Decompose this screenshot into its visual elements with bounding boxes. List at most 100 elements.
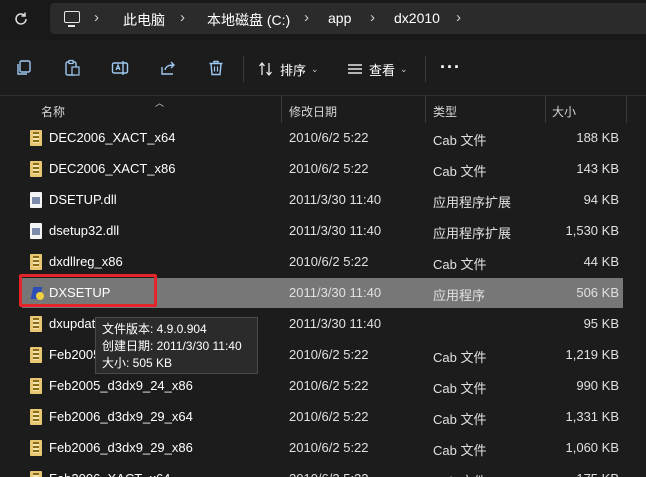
file-size: 506 KB: [576, 285, 619, 300]
file-name: Feb2006_d3dx9_29_x64: [49, 409, 193, 424]
file-size: 1,331 KB: [565, 409, 620, 424]
cab-file-icon: [30, 130, 42, 146]
file-name: Feb2006_XACT_x64: [49, 471, 170, 477]
file-row[interactable]: Feb2006_d3dx9_29_x86 2010/6/2 5:22 Cab 文件 1…: [22, 433, 623, 463]
file-row[interactable]: dsetup32.dll 2011/3/30 11:40 应用程序扩展 1,530 K…: [22, 216, 623, 246]
file-row[interactable]: dxdllreg_x86 2010/6/2 5:22 Cab 文件 44 KB: [22, 247, 623, 277]
file-size: 175 KB: [576, 471, 619, 477]
chevron-down-icon: ⌄: [311, 63, 319, 74]
scrollbar[interactable]: [640, 96, 646, 477]
file-date: 2010/6/2 5:22: [289, 130, 369, 145]
column-divider[interactable]: [545, 96, 546, 123]
file-row[interactable]: DEC2006_XACT_x64 2010/6/2 5:22 Cab 文件 188 K…: [22, 123, 623, 153]
sort-button[interactable]: 排序 ⌄: [258, 59, 319, 79]
chevron-right-icon[interactable]: ›: [94, 9, 99, 26]
breadcrumb-item[interactable]: app: [328, 10, 351, 26]
file-size: 44 KB: [583, 254, 619, 269]
monitor-icon: [64, 11, 80, 27]
file-date: 2010/6/2 5:22: [289, 347, 369, 362]
file-type: Cab 文件: [433, 350, 487, 365]
cab-file-icon: [30, 378, 42, 394]
column-header: ︿ 名称 修改日期 类型 大小: [0, 96, 646, 123]
file-type: Cab 文件: [433, 257, 487, 272]
sort-up-icon: ︿: [155, 98, 165, 108]
column-type[interactable]: 类型: [433, 103, 457, 120]
file-row[interactable]: Feb2006_XACT_x64 2010/6/2 5:22 Cab 文件 175 K…: [22, 464, 623, 477]
file-tooltip: 文件版本: 4.9.0.904 创建日期: 2011/3/30 11:40 大小…: [95, 317, 258, 374]
file-date: 2010/6/2 5:22: [289, 409, 369, 424]
file-date: 2010/6/2 5:22: [289, 161, 369, 176]
address-bar: › 此电脑 › 本地磁盘 (C:) › app › dx2010 ›: [0, 0, 646, 40]
sort-label: 排序: [280, 62, 307, 78]
file-name: dxupdat: [49, 316, 96, 331]
file-size: 95 KB: [583, 316, 619, 331]
file-row[interactable]: DSETUP.dll 2011/3/30 11:40 应用程序扩展 94 KB: [22, 185, 623, 215]
view-label: 查看: [369, 62, 396, 78]
file-size: 1,530 KB: [565, 223, 620, 238]
cab-file-icon: [30, 347, 42, 363]
file-date: 2011/3/30 11:40: [289, 316, 382, 331]
breadcrumb[interactable]: › 此电脑 › 本地磁盘 (C:) › app › dx2010 ›: [50, 3, 646, 34]
more-options-button[interactable]: ···: [440, 57, 460, 77]
chevron-down-icon: ⌄: [400, 63, 408, 74]
tooltip-size: 大小: 505 KB: [102, 356, 173, 370]
column-date[interactable]: 修改日期: [289, 103, 337, 120]
file-date: 2011/3/30 11:40: [289, 223, 382, 238]
file-date: 2010/6/2 5:22: [289, 378, 369, 393]
file-type: 应用程序: [433, 288, 486, 303]
file-type: 应用程序扩展: [433, 226, 512, 241]
highlight-box: [19, 274, 157, 307]
file-row[interactable]: Feb2005_d3dx9_24_x86 2010/6/2 5:22 Cab 文件 9…: [22, 371, 623, 401]
column-divider[interactable]: [425, 96, 426, 123]
file-date: 2010/6/2 5:22: [289, 440, 369, 455]
file-size: 143 KB: [576, 161, 619, 176]
breadcrumb-item[interactable]: dx2010: [394, 10, 440, 26]
file-name: dxdllreg_x86: [49, 254, 123, 269]
dll-file-icon: [30, 192, 42, 208]
file-row[interactable]: DEC2006_XACT_x86 2010/6/2 5:22 Cab 文件 143 K…: [22, 154, 623, 184]
file-name: DSETUP.dll: [49, 192, 117, 207]
file-size: 1,060 KB: [565, 440, 620, 455]
tooltip-version: 文件版本: 4.9.0.904: [102, 322, 207, 336]
file-type: Cab 文件: [433, 443, 487, 458]
file-size: 990 KB: [576, 378, 619, 393]
delete-icon[interactable]: [206, 58, 226, 78]
file-size: 1,219 KB: [565, 347, 620, 362]
copy-icon[interactable]: [14, 58, 34, 78]
command-bar: 排序 ⌄ 查看 ⌄ ···: [0, 40, 646, 96]
rename-icon[interactable]: [110, 58, 130, 78]
file-type: Cab 文件: [433, 412, 487, 427]
file-name: DEC2006_XACT_x64: [49, 130, 176, 145]
share-icon[interactable]: [158, 58, 178, 78]
view-button[interactable]: 查看 ⌄: [347, 59, 408, 79]
cab-file-icon: [30, 471, 42, 477]
file-name: dsetup32.dll: [49, 223, 120, 238]
toolbar-divider: [425, 56, 426, 82]
cab-file-icon: [30, 316, 42, 332]
file-name: Feb2005: [49, 347, 101, 362]
column-divider[interactable]: [626, 96, 627, 123]
file-type: 应用程序扩展: [433, 195, 512, 210]
refresh-icon[interactable]: [6, 6, 36, 32]
file-date: 2010/6/2 5:22: [289, 254, 369, 269]
column-size[interactable]: 大小: [552, 103, 576, 120]
chevron-right-icon[interactable]: ›: [304, 9, 309, 26]
column-name[interactable]: 名称: [41, 103, 65, 120]
cab-file-icon: [30, 440, 42, 456]
file-type: Cab 文件: [433, 381, 487, 396]
paste-icon[interactable]: [62, 58, 82, 78]
breadcrumb-item[interactable]: 本地磁盘 (C:): [207, 10, 290, 30]
file-size: 188 KB: [576, 130, 619, 145]
chevron-right-icon[interactable]: ›: [370, 9, 375, 26]
cab-file-icon: [30, 254, 42, 270]
file-name: Feb2006_d3dx9_29_x86: [49, 440, 193, 455]
breadcrumb-item[interactable]: 此电脑: [123, 10, 165, 30]
chevron-right-icon[interactable]: ›: [456, 9, 461, 26]
column-divider[interactable]: [281, 96, 282, 123]
tooltip-created: 创建日期: 2011/3/30 11:40: [102, 339, 242, 353]
file-row[interactable]: Feb2006_d3dx9_29_x64 2010/6/2 5:22 Cab 文件 1…: [22, 402, 623, 432]
dll-file-icon: [30, 223, 42, 239]
sort-icon: [259, 61, 272, 77]
file-name: Feb2005_d3dx9_24_x86: [49, 378, 193, 393]
chevron-right-icon[interactable]: ›: [180, 9, 185, 26]
